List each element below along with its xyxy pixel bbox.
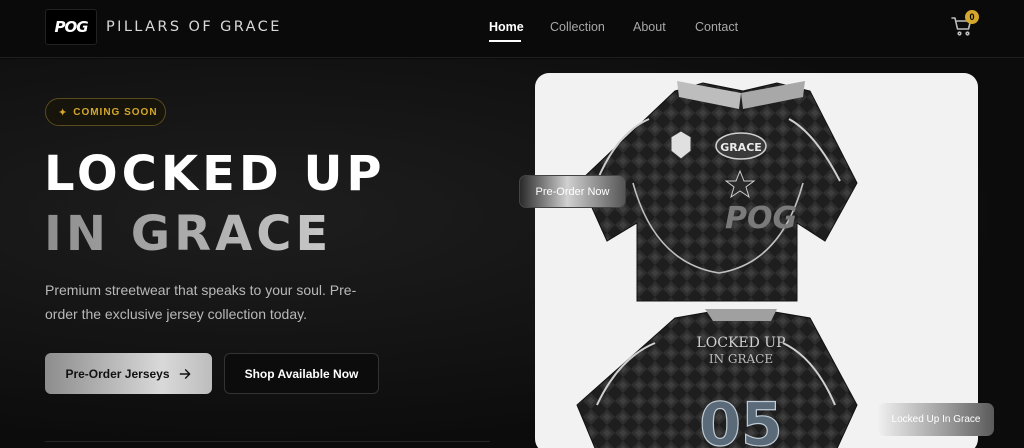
front-grace-badge: GRACE bbox=[720, 141, 762, 154]
front-pog-logo: POG bbox=[725, 201, 797, 236]
active-link-underline bbox=[489, 40, 521, 42]
pre-order-now-tag[interactable]: Pre-Order Now bbox=[519, 175, 626, 208]
jersey-image[interactable]: POG GRACE LOCKED UP IN GRACE 05 bbox=[535, 73, 978, 448]
top-navbar: POG PILLARS OF GRACE Home Collection Abo… bbox=[0, 0, 1024, 58]
brand-name[interactable]: PILLARS OF GRACE bbox=[106, 19, 282, 35]
arrow-right-icon bbox=[179, 368, 190, 379]
pre-order-jerseys-button[interactable]: Pre-Order Jerseys bbox=[45, 353, 212, 394]
logo[interactable]: POG bbox=[45, 9, 97, 45]
nav-link-about[interactable]: About bbox=[633, 20, 666, 34]
back-text-line1: LOCKED UP bbox=[696, 335, 785, 351]
cart-count-badge: 0 bbox=[965, 10, 979, 24]
back-text-line2: IN GRACE bbox=[709, 352, 773, 366]
hero-title-line2: IN GRACE bbox=[44, 206, 333, 262]
locked-up-in-grace-tag[interactable]: Locked Up In Grace bbox=[878, 403, 994, 436]
nav-link-contact[interactable]: Contact bbox=[695, 20, 738, 34]
divider bbox=[45, 441, 490, 442]
product-showcase-card: POG GRACE LOCKED UP IN GRACE 05 bbox=[535, 73, 978, 448]
coming-soon-badge: ✦ COMING SOON bbox=[45, 98, 166, 126]
logo-text: POG bbox=[54, 18, 88, 36]
hero-title-line1: LOCKED UP bbox=[44, 146, 386, 202]
hero-description: Premium streetwear that speaks to your s… bbox=[45, 282, 357, 322]
back-number: 05 bbox=[699, 390, 783, 448]
sparkle-icon: ✦ bbox=[58, 106, 68, 119]
shop-available-now-button[interactable]: Shop Available Now bbox=[224, 353, 379, 394]
coming-soon-label: COMING SOON bbox=[73, 106, 158, 118]
pre-order-jerseys-label: Pre-Order Jerseys bbox=[65, 366, 170, 381]
nav-link-collection[interactable]: Collection bbox=[550, 20, 605, 34]
back-jersey: LOCKED UP IN GRACE 05 bbox=[576, 309, 858, 448]
nav-link-home[interactable]: Home bbox=[489, 20, 524, 34]
